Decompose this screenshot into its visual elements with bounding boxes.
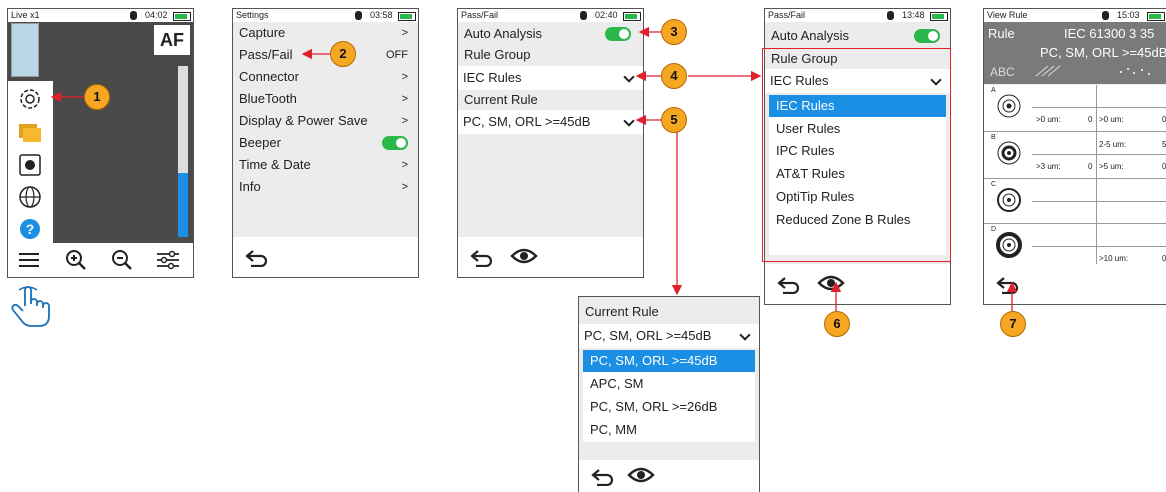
callout-4: 4 [661, 63, 687, 89]
callout-arrows [50, 26, 1018, 312]
callout-7: 7 [1000, 311, 1026, 337]
callout-5: 5 [661, 107, 687, 133]
callout-3: 3 [661, 19, 687, 45]
callout-1: 1 [84, 84, 110, 110]
callout-6: 6 [824, 311, 850, 337]
callout-2: 2 [330, 41, 356, 67]
